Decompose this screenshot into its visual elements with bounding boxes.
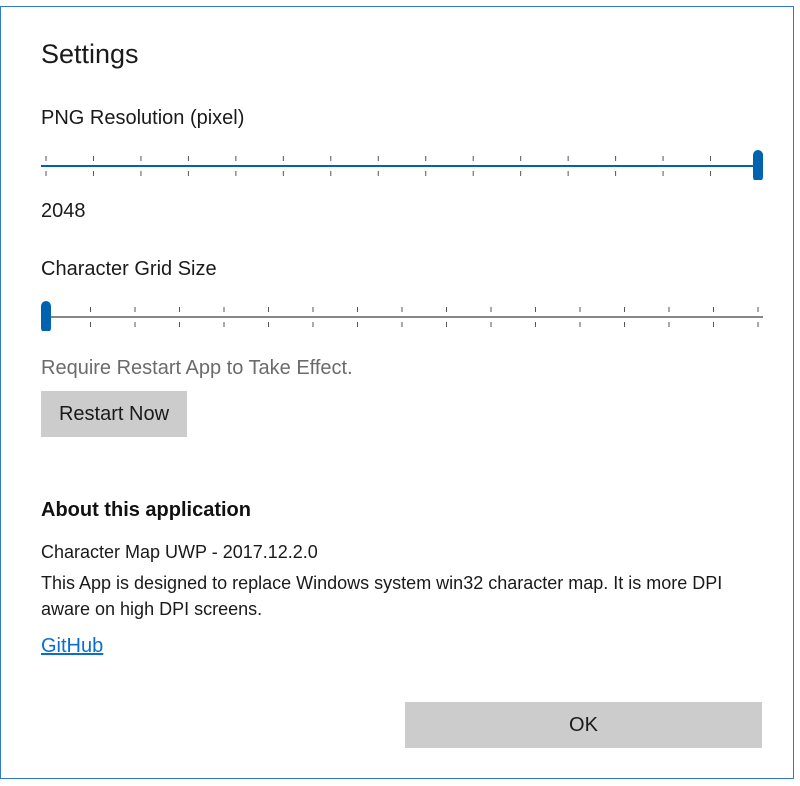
about-description: This App is designed to replace Windows …: [41, 573, 723, 619]
png-resolution-slider-track[interactable]: [41, 140, 763, 180]
character-grid-size-slider-track: [41, 316, 763, 318]
png-resolution-value: 2048: [41, 200, 86, 222]
png-resolution-slider[interactable]: [41, 140, 763, 180]
png-resolution-slider-thumb[interactable]: [753, 150, 763, 180]
dialog-title: Settings: [41, 39, 139, 69]
settings-dialog: Settings PNG Resolution (pixel) 2048 Cha…: [0, 6, 794, 779]
github-link[interactable]: GitHub: [41, 635, 103, 658]
character-grid-size-slider-thumb[interactable]: [41, 301, 51, 331]
about-version: Character Map UWP - 2017.12.2.0: [41, 542, 318, 562]
character-grid-size-label: Character Grid Size: [41, 258, 217, 280]
restart-now-button[interactable]: Restart Now: [41, 391, 187, 437]
character-grid-size-slider[interactable]: [41, 291, 763, 331]
png-resolution-slider-fill: [41, 165, 758, 167]
ok-button[interactable]: OK: [405, 702, 762, 748]
png-resolution-label: PNG Resolution (pixel): [41, 107, 245, 129]
restart-note: Require Restart App to Take Effect.: [41, 357, 353, 379]
character-grid-size-slider-track[interactable]: [41, 291, 763, 331]
about-heading: About this application: [41, 499, 251, 521]
